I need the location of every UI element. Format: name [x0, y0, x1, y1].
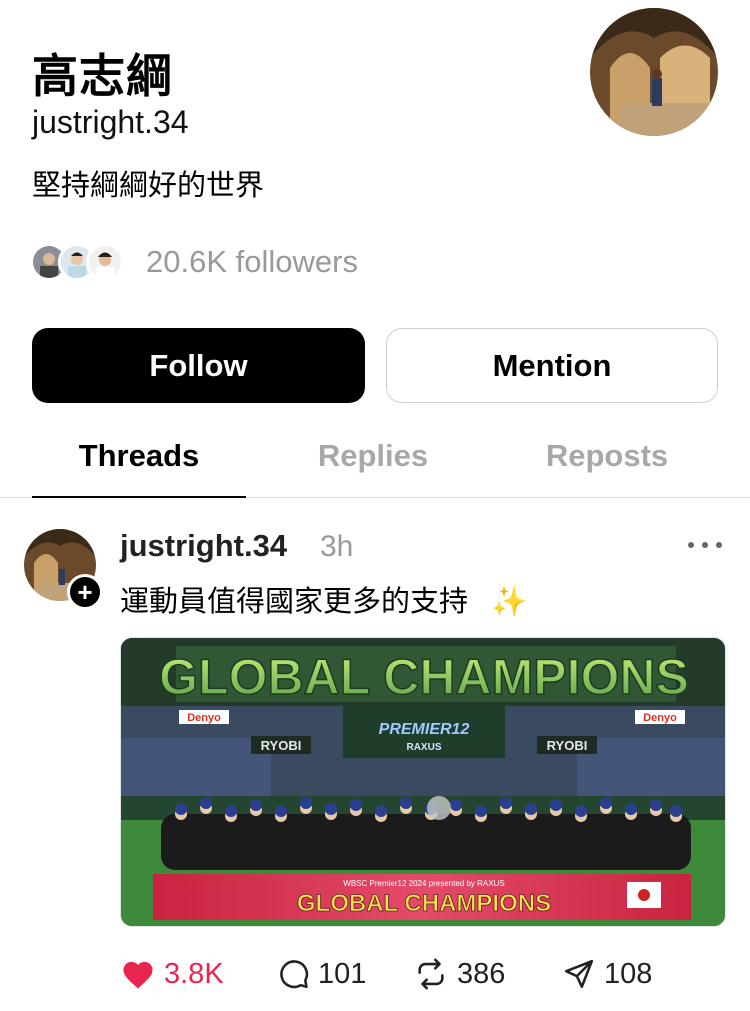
follow-button[interactable]: Follow [32, 328, 365, 403]
profile-bio: 堅持綱綱好的世界 [32, 168, 265, 202]
raxus-logo: RAXUS [406, 742, 441, 753]
sparkles-emoji: ✨ [491, 584, 528, 618]
like-count: 3.8K [164, 957, 224, 990]
post-image[interactable]: GLOBAL CHAMPIONS PREMIER12 RAXUS Denyo R… [120, 637, 726, 927]
active-tab-indicator [32, 496, 246, 498]
like-button[interactable]: 3.8K [120, 954, 224, 994]
tab-threads[interactable]: Threads [32, 438, 246, 474]
banner-text: GLOBAL CHAMPIONS [159, 649, 689, 705]
profile-name: 高志綱 [32, 49, 173, 103]
profile-avatar[interactable] [590, 8, 718, 136]
profile-handle: justright.34 [32, 104, 189, 140]
follow-plus-icon[interactable]: + [67, 574, 103, 610]
sponsor-sign: Denyo [187, 712, 221, 724]
repost-button[interactable]: 386 [413, 954, 505, 994]
repost-icon [418, 958, 444, 990]
profile-avatar-photo [590, 8, 718, 136]
post-text: 運動員值得國家更多的支持 ✨ [120, 578, 527, 620]
send-icon [564, 959, 594, 989]
premier12-logo: PREMIER12 [379, 721, 470, 738]
board-title: GLOBAL CHAMPIONS [297, 890, 551, 917]
sponsor-sign: Denyo [643, 712, 677, 724]
profile-tabs: Threads Replies Reposts [0, 428, 750, 498]
mention-button[interactable]: Mention [386, 328, 718, 403]
post-timestamp: 3h [320, 530, 354, 563]
follower-avatar [86, 243, 124, 281]
followers-count: 20.6K followers [146, 244, 358, 279]
tab-replies[interactable]: Replies [266, 438, 480, 474]
share-button[interactable]: 108 [562, 954, 652, 994]
heart-icon [123, 961, 153, 989]
repost-count: 386 [457, 957, 506, 990]
share-count: 108 [604, 957, 653, 990]
post-body: 運動員值得國家更多的支持 [120, 584, 469, 618]
sponsor-sign: RYOBI [261, 738, 302, 753]
comment-icon [280, 960, 309, 989]
tab-reposts[interactable]: Reposts [500, 438, 714, 474]
more-options-icon[interactable] [688, 530, 722, 560]
follower-avatars [30, 243, 134, 281]
post-username[interactable]: justright.34 [120, 528, 287, 564]
reply-button[interactable]: 101 [276, 954, 366, 994]
reply-count: 101 [318, 957, 367, 990]
sponsor-sign: RYOBI [547, 738, 588, 753]
board-caption: WBSC Premier12 2024 presented by RAXUS [343, 879, 504, 888]
followers-summary[interactable]: 20.6K followers [30, 242, 358, 282]
championship-photo: GLOBAL CHAMPIONS PREMIER12 RAXUS Denyo R… [121, 638, 725, 926]
